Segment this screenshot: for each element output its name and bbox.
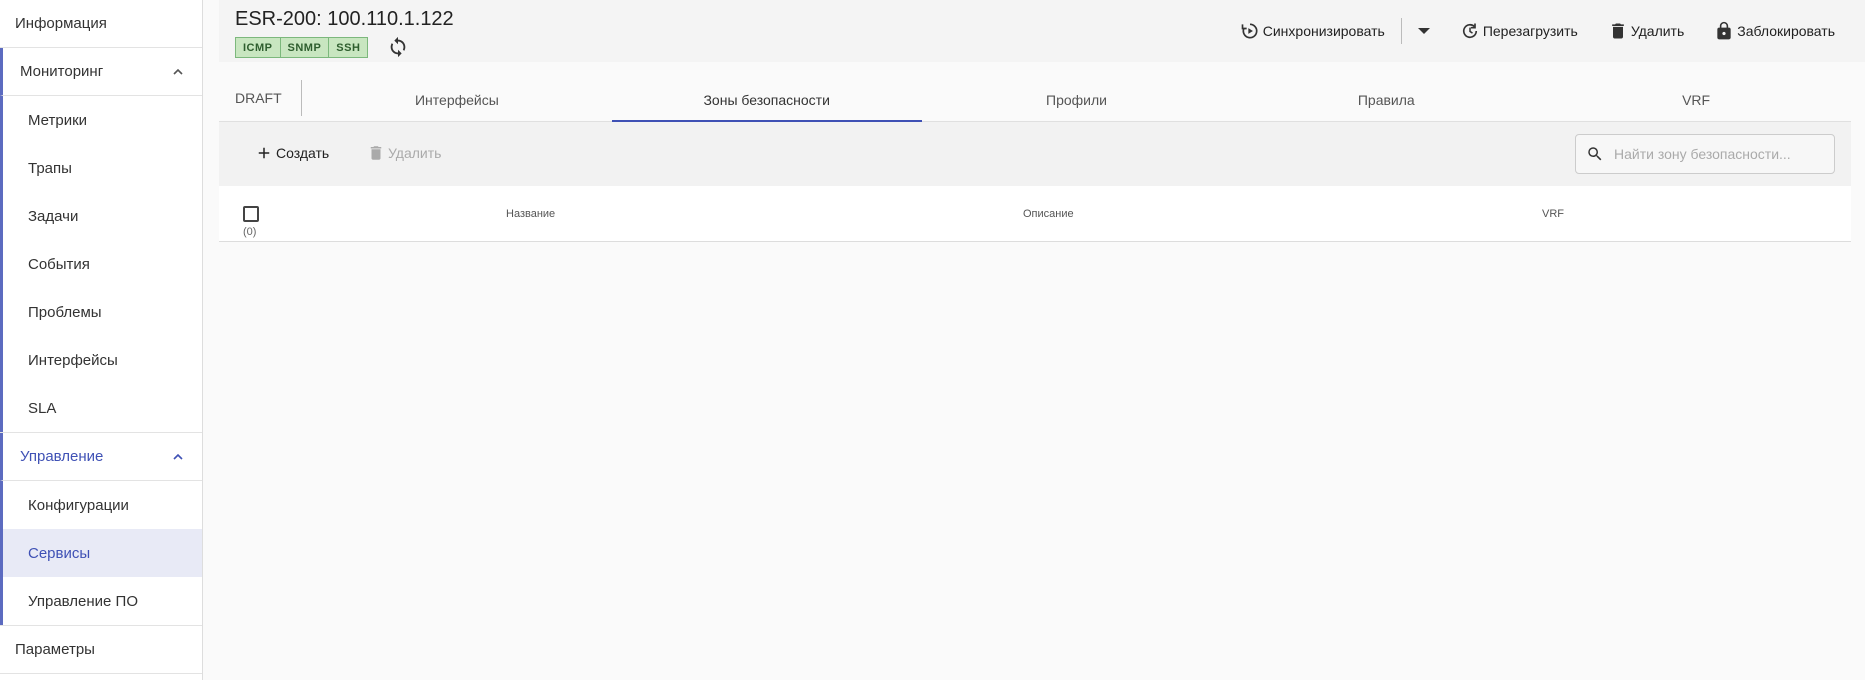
tab-label: Интерфейсы (414, 91, 499, 108)
caret-down-icon[interactable] (1417, 28, 1430, 34)
trash-icon (1611, 23, 1624, 39)
create-button[interactable]: Создать (255, 144, 329, 162)
sidebar-item-label: Метрики (28, 111, 88, 129)
sync-split-button: Синхронизировать (1240, 18, 1430, 44)
sidebar-group-header-monitoring[interactable]: Мониторинг (0, 48, 202, 96)
sidebar-group-label: Управление (20, 448, 104, 465)
sidebar-group-management: Управление Конфигурации Сервисы Управлен… (0, 433, 202, 626)
sidebar-item-traps[interactable]: Трапы (0, 144, 202, 192)
service-tabs: DRAFT Интерфейсы Зоны безопасности Профи… (219, 78, 1851, 122)
sidebar-item-problems[interactable]: Проблемы (0, 288, 202, 336)
sidebar-item-label: События (28, 255, 90, 273)
sidebar-item-label: Задачи (28, 207, 79, 225)
page-title: ESR-200: 100.110.1.122 (235, 8, 454, 30)
table-toolbar: Создать Удалить (219, 122, 1851, 186)
divider (1400, 18, 1402, 44)
tab-security-zones[interactable]: Зоны безопасности (611, 78, 922, 122)
sidebar-item-label: Трапы (28, 159, 72, 177)
sidebar-item-label: SLA (28, 399, 57, 417)
select-all-checkbox[interactable] (243, 206, 259, 222)
badge-ssh: SSH (329, 37, 369, 58)
sidebar-item-interfaces[interactable]: Интерфейсы (0, 336, 202, 384)
sidebar-item-services[interactable]: Сервисы (0, 529, 202, 577)
chevron-up-icon (173, 68, 183, 75)
delete-label: Удалить (388, 145, 442, 161)
reboot-label: Перезагрузить (1482, 23, 1578, 39)
create-label: Создать (276, 145, 330, 161)
badge-snmp: SNMP (280, 37, 330, 58)
plus-icon (258, 147, 270, 159)
tab-profiles[interactable]: Профили (922, 78, 1232, 121)
sidebar-item-events[interactable]: События (0, 240, 202, 288)
tab-rules[interactable]: Правила (1231, 78, 1541, 121)
sidebar-item-label: Интерфейсы (28, 351, 118, 369)
sidebar-item-configurations[interactable]: Конфигурации (0, 481, 202, 529)
sidebar-item-label: Информация (15, 15, 107, 32)
lock-button[interactable]: Заблокировать (1714, 21, 1835, 41)
reboot-button[interactable]: Перезагрузить (1460, 21, 1578, 41)
search-box (1575, 134, 1835, 174)
badge-icmp: ICMP (235, 37, 281, 58)
sidebar-group-label: Мониторинг (20, 63, 104, 80)
selected-count: (0) (243, 226, 257, 238)
column-header-description[interactable]: Описание (1023, 208, 1074, 220)
sidebar-item-software-management[interactable]: Управление ПО (0, 577, 202, 625)
sidebar-item-label: Параметры (15, 641, 95, 658)
sidebar-item-params[interactable]: Параметры (0, 626, 202, 674)
tab-vrf[interactable]: VRF (1541, 78, 1851, 121)
delete-device-button[interactable]: Удалить (1608, 21, 1684, 41)
sidebar-item-label: Сервисы (28, 544, 91, 562)
refresh-icon[interactable] (387, 36, 409, 58)
column-header-name[interactable]: Название (506, 208, 555, 220)
tab-label: Правила (1357, 91, 1415, 108)
sidebar-item-metrics[interactable]: Метрики (0, 96, 202, 144)
sync-label: Синхронизировать (1262, 23, 1385, 39)
sidebar-item-tasks[interactable]: Задачи (0, 192, 202, 240)
sidebar-group-monitoring: Мониторинг Метрики Трапы Задачи События … (0, 48, 202, 433)
tab-label: Профили (1046, 91, 1107, 108)
delete-label: Удалить (1630, 23, 1685, 39)
lock-label: Заблокировать (1737, 23, 1835, 39)
restart-icon (1462, 23, 1477, 39)
sidebar-item-label: Конфигурации (28, 496, 129, 514)
device-header: ESR-200: 100.110.1.122 ICMP SNMP SSH Син… (219, 0, 1865, 62)
tab-label: Зоны безопасности (703, 91, 830, 108)
search-input[interactable] (1614, 146, 1824, 162)
protocol-badges: ICMP SNMP SSH (235, 37, 369, 58)
sync-button[interactable]: Синхронизировать (1240, 21, 1385, 41)
column-header-vrf[interactable]: VRF (1542, 208, 1564, 220)
table-header: (0) Название Описание VRF (219, 186, 1851, 242)
tab-label: VRF (1682, 91, 1711, 108)
header-actions: Синхронизировать Перезагрузить Удалить З… (1240, 18, 1835, 44)
sidebar-item-info[interactable]: Информация (0, 0, 202, 48)
chevron-up-icon (173, 453, 183, 460)
trash-icon (370, 146, 382, 160)
sync-play-icon (1241, 23, 1258, 39)
search-icon (1588, 147, 1602, 161)
lock-icon (1717, 21, 1731, 40)
tab-interfaces[interactable]: Интерфейсы (302, 78, 612, 121)
sidebar-item-label: Проблемы (28, 303, 102, 321)
delete-zone-button[interactable]: Удалить (367, 144, 441, 162)
sidebar-group-header-management[interactable]: Управление (0, 433, 202, 481)
tab-draft[interactable]: DRAFT (219, 80, 302, 116)
sidebar: Информация Мониторинг Метрики Трапы Зада… (0, 0, 203, 680)
sidebar-item-label: Управление ПО (28, 592, 139, 610)
sidebar-item-sla[interactable]: SLA (0, 384, 202, 432)
